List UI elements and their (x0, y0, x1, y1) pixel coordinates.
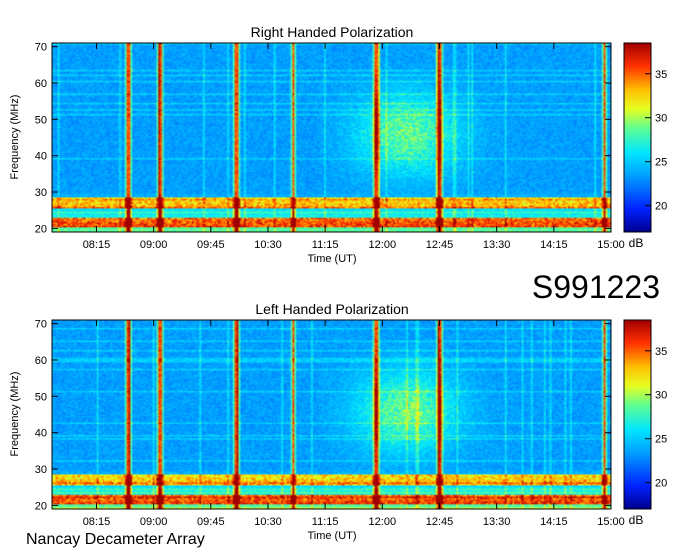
y-tick-label: 30 (35, 464, 47, 476)
x-tick-label: 11:15 (312, 239, 339, 251)
y-tick-label: 70 (35, 42, 47, 54)
x-tick-label: 10:30 (254, 239, 282, 251)
x-tick-label: 14:15 (540, 516, 568, 528)
spectrogram-figure: Right Handed Polarization 20 30 40 50 60 70 0… (0, 0, 680, 552)
left-polarization-panel: Left Handed Polarization 20 30 40 50 60 70 08… (9, 301, 667, 542)
y-tick-label: 50 (35, 391, 47, 403)
x-tick-label: 09:00 (140, 239, 168, 251)
x-tick-label: 12:00 (369, 239, 397, 251)
dataset-id: S991223 (532, 269, 660, 305)
colorbar-tick-label: 25 (655, 434, 667, 446)
y-tick-label: 70 (35, 319, 47, 331)
colorbar (623, 319, 652, 510)
colorbar-tick-label: 30 (655, 390, 667, 402)
colorbar-tick-label: 20 (655, 478, 667, 490)
colorbar-tick-label: 35 (655, 346, 667, 358)
y-axis-label: Frequency (MHz) (9, 372, 21, 457)
x-tick-label: 09:45 (197, 516, 225, 528)
x-tick-label: 12:00 (369, 516, 397, 528)
x-tick-label: 11:15 (312, 516, 339, 528)
colorbar-tick-label: 35 (655, 69, 667, 81)
panel-title: Right Handed Polarization (251, 24, 414, 40)
colorbar-tick-label: 30 (655, 113, 667, 125)
y-axis-label: Frequency (MHz) (9, 95, 21, 180)
figure-svg: Right Handed Polarization 20 30 40 50 60 70 0… (9, 24, 667, 548)
footer-credit: Nancay Decameter Array (26, 531, 205, 548)
colorbar (623, 42, 652, 233)
y-tick-label: 20 (35, 500, 47, 512)
spectrogram-heatmap (52, 43, 611, 232)
x-tick-label: 15:00 (597, 516, 625, 528)
x-tick-label: 08:15 (83, 239, 111, 251)
y-tick-label: 60 (35, 78, 47, 90)
y-tick-label: 60 (35, 355, 47, 367)
x-tick-label: 12:45 (426, 239, 454, 251)
x-tick-label: 15:00 (597, 239, 625, 251)
colorbar-tick-label: 25 (655, 157, 667, 169)
y-tick-label: 20 (35, 223, 47, 235)
x-tick-label: 08:15 (83, 516, 111, 528)
spectrogram-heatmap (52, 320, 611, 509)
x-tick-label: 10:30 (254, 516, 282, 528)
colorbar-label: dB (629, 513, 644, 527)
colorbar-label: dB (629, 236, 644, 250)
y-tick-label: 50 (35, 114, 47, 126)
x-tick-label: 13:30 (483, 239, 511, 251)
x-axis-label: Time (UT) (307, 253, 356, 265)
y-tick-label: 40 (35, 151, 47, 163)
x-tick-label: 12:45 (426, 516, 454, 528)
x-tick-label: 13:30 (483, 516, 511, 528)
y-tick-label: 40 (35, 428, 47, 440)
y-tick-label: 30 (35, 187, 47, 199)
x-axis-label: Time (UT) (307, 530, 356, 542)
x-tick-label: 09:45 (197, 239, 225, 251)
x-tick-label: 09:00 (140, 516, 168, 528)
x-tick-label: 14:15 (540, 239, 568, 251)
right-polarization-panel: Right Handed Polarization 20 30 40 50 60 70 0… (9, 24, 667, 265)
colorbar-tick-label: 20 (655, 201, 667, 213)
panel-title: Left Handed Polarization (255, 301, 408, 317)
